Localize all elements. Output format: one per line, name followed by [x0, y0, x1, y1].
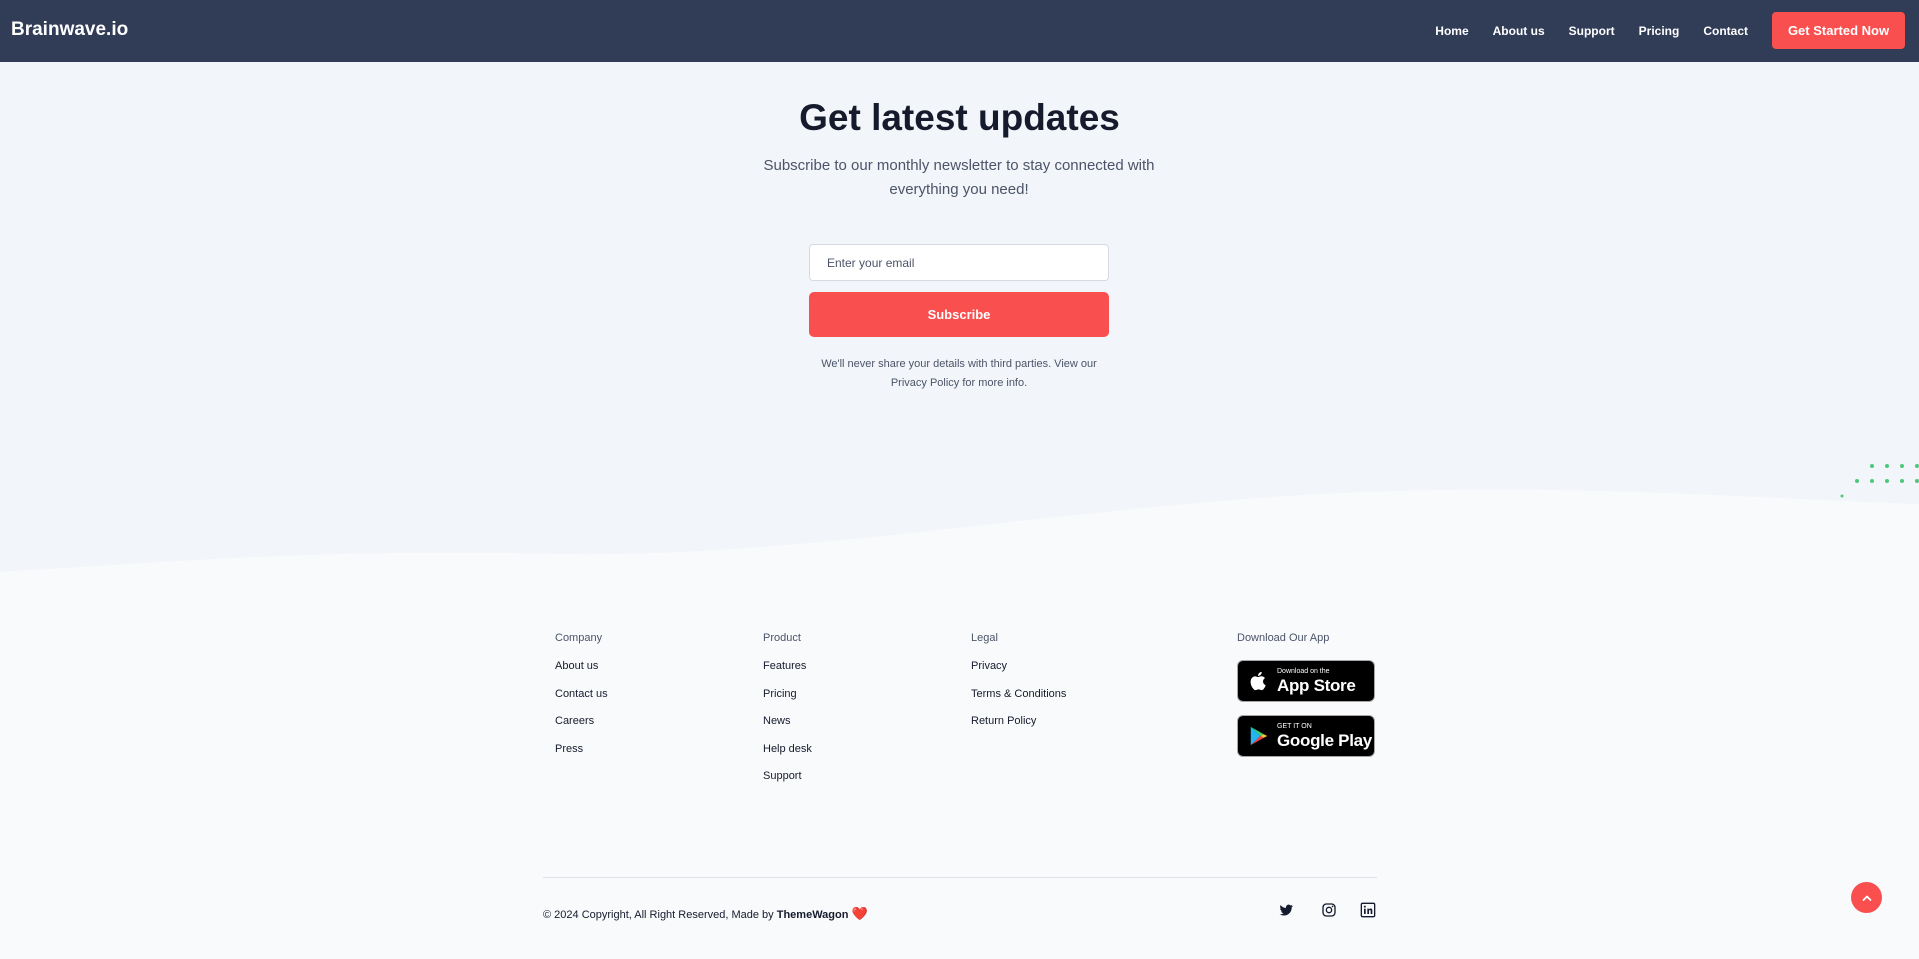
linkedin-icon[interactable] [1360, 902, 1376, 918]
footer-link-privacy[interactable]: Privacy [971, 660, 1066, 688]
main-nav: Home About us Support Pricing Contact Ge… [1435, 12, 1905, 49]
footer-divider [543, 877, 1377, 878]
footer-link-about[interactable]: About us [555, 660, 608, 688]
footer-link-helpdesk[interactable]: Help desk [763, 743, 812, 771]
back-to-top-button[interactable] [1851, 882, 1882, 913]
nav-pricing-link[interactable]: Pricing [1639, 24, 1680, 38]
footer-app-column: Download Our App Download on the App Sto… [1237, 632, 1375, 770]
nav-home-link[interactable]: Home [1435, 24, 1468, 38]
apple-icon [1250, 671, 1266, 691]
wave-divider [0, 489, 1919, 577]
footer-link-support[interactable]: Support [763, 770, 812, 798]
footer-product-column: Product Features Pricing News Help desk … [763, 632, 812, 798]
privacy-note-suffix: for more info. [962, 377, 1028, 389]
nav-contact-link[interactable]: Contact [1703, 24, 1748, 38]
footer-link-contact[interactable]: Contact us [555, 688, 608, 716]
instagram-icon[interactable] [1321, 902, 1337, 918]
google-play-label: Google Play [1277, 731, 1372, 750]
get-started-button[interactable]: Get Started Now [1772, 12, 1905, 49]
copyright: © 2024 Copyright, All Right Reserved, Ma… [543, 906, 868, 922]
copyright-text: © 2024 Copyright, All Right Reserved, Ma… [543, 909, 774, 921]
app-store-label: App Store [1277, 676, 1356, 695]
footer-legal-title: Legal [971, 632, 998, 644]
newsletter-subtitle: Subscribe to our monthly newsletter to s… [763, 157, 1155, 198]
footer-link-press[interactable]: Press [555, 743, 608, 771]
footer-link-features[interactable]: Features [763, 660, 812, 688]
navbar: Brainwave.io Home About us Support Prici… [0, 0, 1919, 62]
privacy-note: We'll never share your details with thir… [808, 355, 1110, 393]
newsletter-section: Get latest updates Subscribe to our mont… [0, 62, 1919, 577]
google-play-icon [1250, 726, 1268, 746]
footer-link-careers[interactable]: Careers [555, 715, 608, 743]
footer-link-pricing[interactable]: Pricing [763, 688, 812, 716]
google-play-badge[interactable]: GET IT ON Google Play [1237, 715, 1375, 757]
brand-logo[interactable]: Brainwave.io [11, 19, 128, 41]
themewagon-link[interactable]: ThemeWagon [777, 909, 849, 921]
app-store-caption: Download on the [1277, 668, 1330, 675]
footer-link-return-policy[interactable]: Return Policy [971, 715, 1066, 743]
email-input[interactable] [809, 244, 1109, 281]
footer-company-column: Company About us Contact us Careers Pres… [555, 632, 608, 770]
footer-link-terms[interactable]: Terms & Conditions [971, 688, 1066, 716]
newsletter-title: Get latest updates [799, 97, 1120, 138]
nav-about-link[interactable]: About us [1493, 24, 1545, 38]
chevron-up-icon [1862, 895, 1871, 901]
footer-company-title: Company [555, 632, 603, 644]
footer-product-title: Product [763, 632, 801, 644]
footer-link-news[interactable]: News [763, 715, 812, 743]
twitter-icon[interactable] [1278, 902, 1294, 918]
heart-icon: ❤️ [851, 906, 868, 921]
google-play-caption: GET IT ON [1277, 723, 1312, 730]
privacy-policy-link[interactable]: Privacy Policy [891, 377, 959, 389]
subscribe-button[interactable]: Subscribe [809, 292, 1109, 337]
footer-app-title: Download Our App [1237, 632, 1330, 644]
decorative-dots [1840, 464, 1919, 498]
footer-legal-column: Legal Privacy Terms & Conditions Return … [971, 632, 1066, 743]
app-store-badge[interactable]: Download on the App Store [1237, 660, 1375, 702]
privacy-note-text: We'll never share your details with thir… [821, 358, 1097, 370]
nav-support-link[interactable]: Support [1569, 24, 1615, 38]
